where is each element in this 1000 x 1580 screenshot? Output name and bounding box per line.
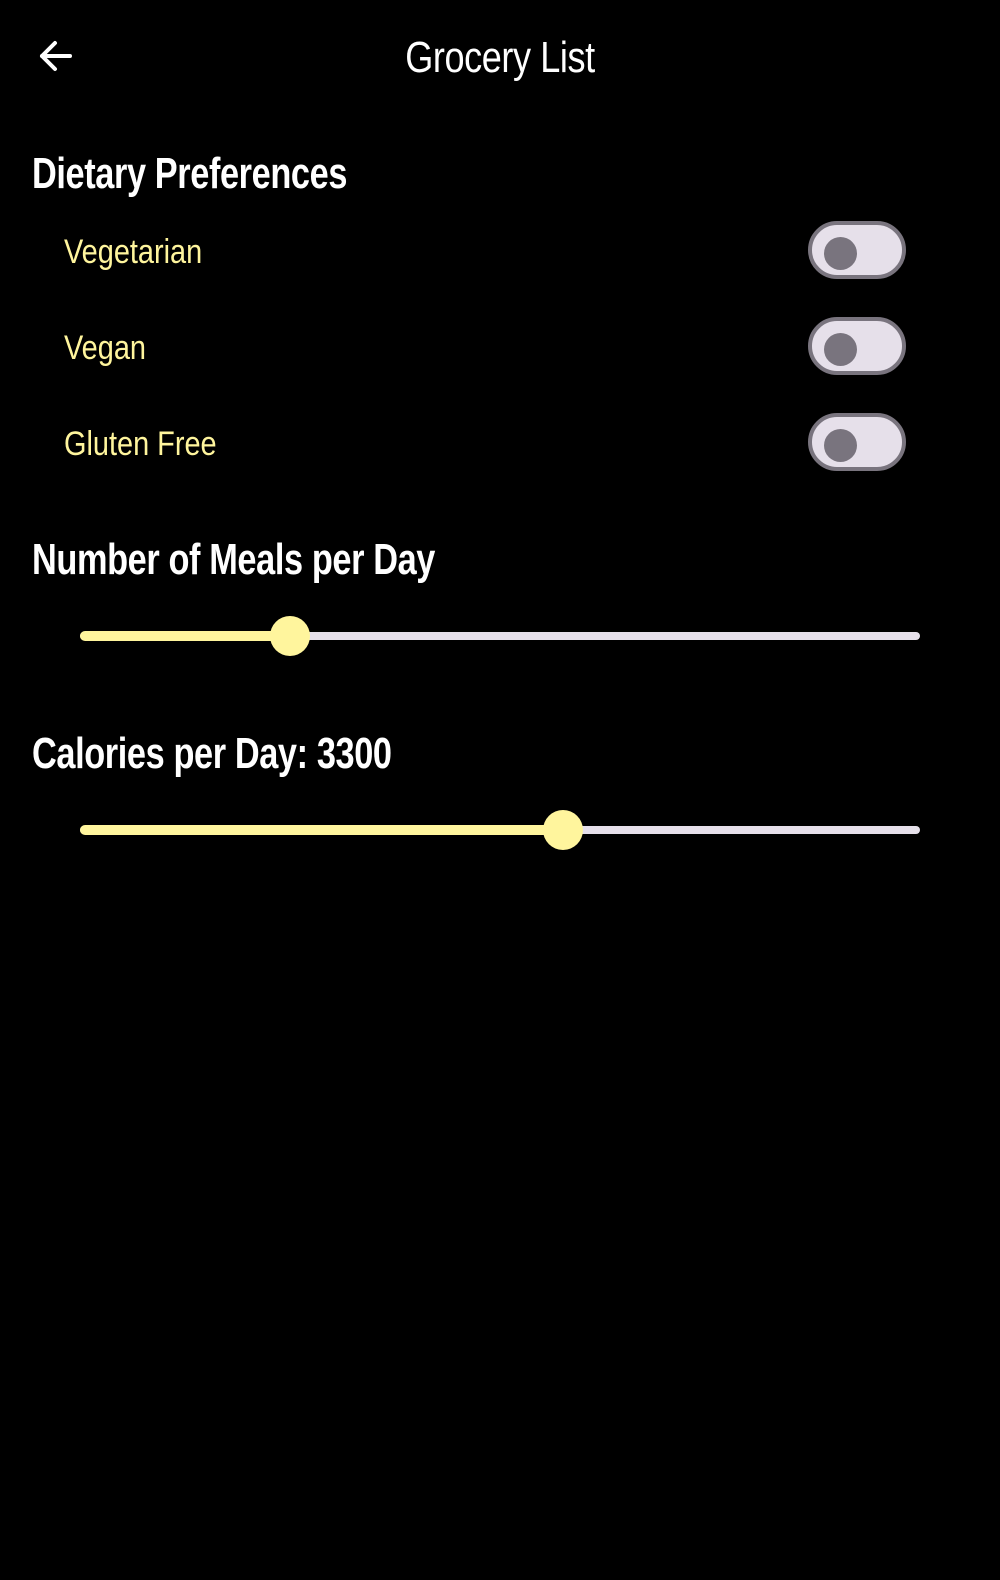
vegetarian-toggle[interactable] xyxy=(808,221,906,279)
pref-row-vegan: Vegan xyxy=(0,312,1000,384)
app-bar: Grocery List xyxy=(0,0,1000,116)
meals-per-day-heading: Number of Meals per Day xyxy=(32,535,435,584)
vegan-toggle[interactable] xyxy=(808,317,906,375)
dietary-preferences-heading: Dietary Preferences xyxy=(32,149,348,198)
back-button[interactable] xyxy=(28,28,84,84)
calories-per-day-heading: Calories per Day: 3300 xyxy=(32,729,392,778)
toggle-thumb xyxy=(824,429,857,462)
meals-per-day-slider[interactable] xyxy=(80,611,920,661)
toggle-thumb xyxy=(824,333,857,366)
vegetarian-label: Vegetarian xyxy=(64,233,203,271)
gluten-free-toggle[interactable] xyxy=(808,413,906,471)
page-title: Grocery List xyxy=(405,33,595,82)
slider-thumb[interactable] xyxy=(543,810,583,850)
toggle-thumb xyxy=(824,237,857,270)
gluten-free-label: Gluten Free xyxy=(64,425,217,463)
calories-per-day-slider[interactable] xyxy=(80,805,920,855)
pref-row-vegetarian: Vegetarian xyxy=(0,216,1000,288)
vegan-label: Vegan xyxy=(64,329,146,367)
slider-thumb[interactable] xyxy=(270,616,310,656)
slider-active-track xyxy=(80,825,563,835)
slider-active-track xyxy=(80,631,290,641)
arrow-left-icon xyxy=(40,41,72,71)
pref-row-gluten-free: Gluten Free xyxy=(0,408,1000,480)
